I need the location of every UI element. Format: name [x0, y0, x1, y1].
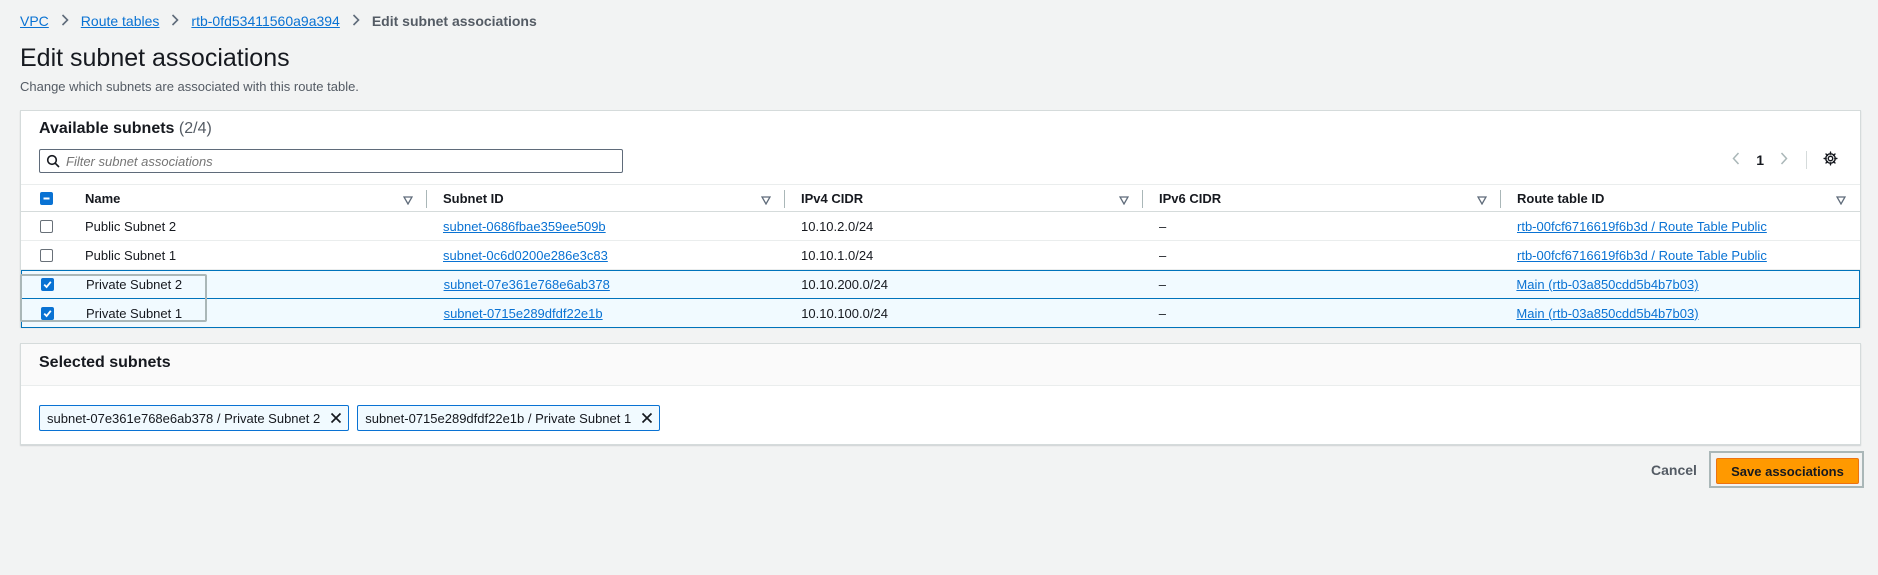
selected-subnets-title: Selected subnets	[39, 354, 171, 371]
breadcrumb-route-table-link[interactable]: rtb-0fd53411560a9a394	[191, 13, 339, 29]
column-header-subnet-id[interactable]: Subnet ID	[427, 185, 785, 211]
cell-route-table-id: Main (rtb-03a850cdd5b4b7b03)	[1500, 299, 1859, 327]
selected-subnets-header	[21, 344, 1860, 386]
filter-box	[39, 149, 623, 173]
subnet-id-link[interactable]: subnet-0715e289dfdf22e1b	[444, 306, 603, 321]
cell-subnet-id: subnet-0686fbae359ee509b	[427, 212, 785, 240]
cell-subnet-id: subnet-07e361e768e6ab378	[428, 271, 786, 298]
close-icon[interactable]	[330, 412, 342, 424]
available-subnets-header: Available subnets (2/4)	[39, 120, 212, 138]
subnet-id-link[interactable]: subnet-07e361e768e6ab378	[444, 277, 610, 292]
cell-ipv4-cidr: 10.10.200.0/24	[801, 277, 888, 292]
selected-token: subnet-07e361e768e6ab378 / Private Subne…	[39, 405, 350, 431]
previous-page-icon[interactable]	[1732, 152, 1740, 168]
cell-ipv6-cidr: –	[1158, 277, 1167, 292]
cell-route-table-id: Main (rtb-03a850cdd5b4b7b03)	[1500, 271, 1859, 298]
subnet-id-link[interactable]: subnet-0c6d0200e286e3c83	[443, 248, 608, 263]
subnet-id-link[interactable]: subnet-0686fbae359ee509b	[443, 219, 606, 234]
table-row[interactable]: Public Subnet 1 subnet-0c6d0200e286e3c83…	[21, 241, 1860, 270]
row-checkbox[interactable]	[41, 306, 54, 320]
sort-down-icon[interactable]	[1476, 193, 1488, 208]
row-checkbox-cell	[22, 271, 70, 298]
pagination: 1	[1732, 151, 1838, 169]
cell-name: Private Subnet 2	[85, 277, 183, 292]
table-row[interactable]: Private Subnet 2 subnet-07e361e768e6ab37…	[21, 270, 1860, 299]
route-table-link[interactable]: Main (rtb-03a850cdd5b4b7b03)	[1516, 277, 1698, 292]
search-icon	[40, 154, 66, 168]
cell-subnet-id: subnet-0c6d0200e286e3c83	[427, 241, 785, 269]
cell-subnet-id: subnet-0715e289dfdf22e1b	[428, 299, 786, 327]
selected-tokens: subnet-07e361e768e6ab378 / Private Subne…	[39, 405, 661, 431]
column-header-ipv4-cidr[interactable]: IPv4 CIDR	[785, 185, 1143, 211]
available-subnets-title: Available subnets	[39, 120, 175, 137]
cell-ipv4-cidr: 10.10.1.0/24	[801, 247, 874, 263]
route-table-link[interactable]: rtb-00fcf6716619f6b3d / Route Table Publ…	[1517, 248, 1767, 263]
column-header-name[interactable]: Name	[69, 185, 427, 211]
sort-down-icon[interactable]	[760, 193, 772, 208]
save-associations-button[interactable]: Save associations	[1716, 458, 1859, 484]
table-header: Name Subnet ID IPv4 CIDR IPv6 CIDR Route	[21, 184, 1860, 212]
table-row[interactable]: Public Subnet 2 subnet-0686fbae359ee509b…	[21, 212, 1860, 241]
row-checkbox[interactable]	[41, 278, 54, 291]
route-table-link[interactable]: Main (rtb-03a850cdd5b4b7b03)	[1516, 306, 1698, 321]
cell-ipv4-cidr: 10.10.2.0/24	[801, 218, 874, 234]
cell-ipv6-cidr: –	[1158, 305, 1167, 321]
cell-name: Public Subnet 2	[85, 218, 177, 234]
close-icon[interactable]	[641, 412, 653, 424]
column-header-route-table-id[interactable]: Route table ID	[1501, 185, 1860, 211]
token-label: subnet-0715e289dfdf22e1b / Private Subne…	[365, 410, 632, 426]
cell-ipv6-cidr: –	[1159, 247, 1167, 263]
table-row[interactable]: Private Subnet 1 subnet-0715e289dfdf22e1…	[21, 299, 1860, 328]
row-checkbox-cell	[21, 241, 69, 269]
breadcrumb-current: Edit subnet associations	[371, 13, 537, 29]
cell-ipv4-cidr: 10.10.100.0/24	[801, 305, 888, 321]
breadcrumb-vpc-link[interactable]: VPC	[20, 13, 49, 29]
selected-token: subnet-0715e289dfdf22e1b / Private Subne…	[357, 405, 661, 431]
row-checkbox-cell	[21, 212, 69, 240]
row-checkbox-cell	[22, 299, 70, 327]
cell-ipv6-cidr: –	[1159, 218, 1167, 234]
route-table-link[interactable]: rtb-00fcf6716619f6b3d / Route Table Publ…	[1517, 219, 1767, 234]
column-header-ipv6-cidr[interactable]: IPv6 CIDR	[1143, 185, 1501, 211]
page-title: Edit subnet associations	[20, 44, 290, 72]
sort-down-icon[interactable]	[402, 193, 414, 208]
sort-down-icon[interactable]	[1118, 193, 1130, 208]
select-all-cell	[21, 185, 69, 211]
row-checkbox[interactable]	[40, 248, 53, 262]
select-all-checkbox[interactable]	[40, 191, 53, 205]
token-label: subnet-07e361e768e6ab378 / Private Subne…	[47, 410, 321, 426]
page-number[interactable]: 1	[1756, 152, 1764, 168]
pager-divider	[1806, 151, 1807, 169]
cell-route-table-id: rtb-00fcf6716619f6b3d / Route Table Publ…	[1501, 212, 1860, 240]
breadcrumb-route-tables-link[interactable]: Route tables	[81, 13, 160, 29]
cell-route-table-id: rtb-00fcf6716619f6b3d / Route Table Publ…	[1501, 241, 1860, 269]
chevron-right-icon	[171, 13, 180, 29]
subnets-table: Name Subnet ID IPv4 CIDR IPv6 CIDR Route	[21, 184, 1860, 328]
breadcrumb: VPC Route tables rtb-0fd53411560a9a394 E…	[20, 13, 537, 29]
sort-down-icon[interactable]	[1835, 193, 1847, 208]
filter-input[interactable]	[66, 153, 606, 169]
row-checkbox[interactable]	[40, 219, 53, 233]
available-subnets-count: (2/4)	[178, 120, 212, 137]
cancel-button[interactable]: Cancel	[1651, 462, 1697, 478]
page-description: Change which subnets are associated with…	[20, 79, 359, 94]
chevron-right-icon	[352, 13, 360, 29]
selected-subnets-panel: Selected subnets subnet-07e361e768e6ab37…	[20, 343, 1861, 445]
next-page-icon[interactable]	[1780, 152, 1788, 168]
gear-icon[interactable]	[1823, 151, 1838, 169]
chevron-right-icon	[61, 13, 69, 29]
cell-name: Public Subnet 1	[85, 247, 177, 263]
cell-name: Private Subnet 1	[85, 305, 183, 321]
available-subnets-panel: Available subnets (2/4) 1 Name	[20, 110, 1861, 328]
